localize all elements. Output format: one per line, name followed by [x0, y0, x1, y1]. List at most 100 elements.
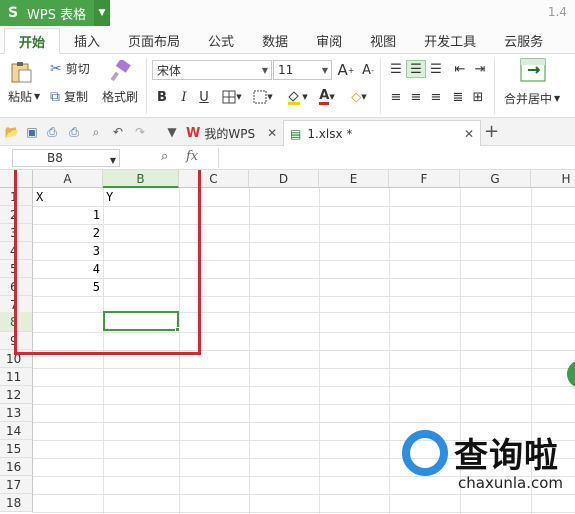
watermark: 查询啦 chaxunla.com [398, 424, 575, 514]
doc-tab-home[interactable]: W 我的WPS ✕ [186, 120, 277, 146]
doc-tab-file-label: 1.xlsx * [307, 126, 353, 141]
decrease-font-icon[interactable]: A- [360, 61, 376, 79]
tab-developer[interactable]: 开发工具 [410, 27, 490, 53]
tab-review[interactable]: 审阅 [302, 27, 356, 53]
row-header[interactable]: 16 [0, 458, 33, 476]
row-header[interactable]: 18 [0, 494, 33, 512]
column-header-f[interactable]: F [389, 170, 460, 188]
row-header[interactable]: 14 [0, 422, 33, 440]
tab-view[interactable]: 视图 [356, 27, 410, 53]
column-header-g[interactable]: G [460, 170, 531, 188]
cut-button[interactable]: ✂ 剪切 [50, 60, 90, 77]
close-icon[interactable]: ✕ [267, 126, 277, 140]
paste-label: 粘贴 [8, 90, 33, 104]
merge-center-icon[interactable] [520, 58, 546, 82]
row-header[interactable]: 17 [0, 476, 33, 494]
redo-icon[interactable]: ↷ [132, 124, 148, 140]
spreadsheet-icon: ▤ [290, 126, 302, 141]
chevron-down-icon: ▼ [261, 66, 268, 75]
cut-label: 剪切 [65, 62, 90, 76]
font-size-select[interactable]: 11 ▼ [273, 60, 332, 80]
font-name-value: 宋体 [157, 63, 182, 78]
bold-icon[interactable]: B [154, 88, 170, 106]
distribute-icon[interactable]: ⊞ [470, 88, 486, 106]
indent-increase-icon[interactable]: ⇥ [472, 60, 488, 78]
row-header[interactable]: 12 [0, 386, 33, 404]
indent-decrease-icon[interactable]: ⇤ [452, 60, 468, 78]
align-right-icon[interactable]: ≡ [428, 88, 444, 106]
ribbon-tabs: 开始 插入 页面布局 公式 数据 审阅 视图 开发工具 云服务 [0, 26, 575, 54]
export-pdf-icon[interactable]: ⎙ [44, 124, 60, 140]
paste-button[interactable]: 粘贴 ▼ [8, 88, 40, 105]
ribbon-divider [494, 58, 495, 114]
zoom-icon[interactable]: ⌕ [161, 149, 168, 164]
watermark-text: 查询啦 [454, 436, 559, 476]
close-icon[interactable]: ✕ [464, 127, 474, 141]
italic-icon[interactable]: I [176, 88, 192, 106]
name-box[interactable]: B8 ▼ [12, 149, 120, 167]
font-color-icon[interactable]: A ▼ [314, 88, 340, 106]
fill-color-icon[interactable]: ▼ [284, 88, 310, 106]
scissors-icon: ✂ [50, 60, 62, 77]
format-painter-button[interactable]: 格式刷 [102, 88, 138, 105]
title-bar-right-text: 1.4 [547, 5, 567, 19]
merge-center-button[interactable]: 合并居中 ▼ [504, 90, 560, 107]
quick-access-bar: 📂 ▣ ⎙ ⎙ ⌕ ↶ ↷ ▼ W 我的WPS ✕ ▤ 1.xlsx * ✕ + [0, 118, 575, 146]
brush-icon[interactable] [108, 60, 132, 82]
ribbon: 粘贴 ▼ ✂ 剪切 ⧉ 复制 格式刷 宋体 ▼ 11 ▼ A + A- B I U … [0, 54, 575, 118]
print-preview-icon[interactable]: ⌕ [88, 124, 104, 140]
increase-font-icon[interactable]: A + [338, 61, 355, 79]
chevron-down-icon[interactable]: ▼ [94, 0, 110, 26]
print-icon[interactable]: ⎙ [66, 124, 82, 140]
paste-icon[interactable] [8, 60, 40, 84]
app-menu-button[interactable]: S WPS 表格 ▼ [0, 0, 110, 26]
grid-line [33, 386, 575, 387]
copy-label: 复制 [64, 90, 89, 104]
column-header-d[interactable]: D [249, 170, 319, 188]
chevron-down-icon: ▼ [321, 66, 328, 75]
row-header[interactable]: 11 [0, 368, 33, 386]
wps-logo-icon: W [186, 125, 201, 141]
open-folder-icon[interactable]: 📂 [4, 124, 20, 140]
align-center-icon[interactable]: ≡ [408, 88, 424, 106]
save-icon[interactable]: ▣ [24, 124, 40, 140]
customize-dropdown-icon[interactable]: ▼ [164, 124, 180, 140]
align-middle-icon[interactable]: ☰ [406, 60, 426, 78]
row-header[interactable]: 15 [0, 440, 33, 458]
fill-pattern-icon[interactable]: ▼ [250, 88, 276, 106]
tab-formulas[interactable]: 公式 [194, 27, 248, 53]
row-header[interactable]: 13 [0, 404, 33, 422]
font-name-select[interactable]: 宋体 ▼ [152, 60, 272, 80]
copy-button[interactable]: ⧉ 复制 [50, 88, 88, 105]
undo-icon[interactable]: ↶ [110, 124, 126, 140]
tab-cloud[interactable]: 云服务 [490, 27, 557, 53]
align-left-icon[interactable]: ≡ [388, 88, 404, 106]
fx-icon[interactable]: fx [186, 149, 198, 164]
font-size-value: 11 [278, 63, 294, 77]
tab-insert[interactable]: 插入 [60, 27, 114, 53]
clear-format-icon[interactable]: ◇ ▼ [346, 88, 372, 106]
title-bar: S WPS 表格 ▼ 1.4 [0, 0, 575, 26]
formula-input[interactable] [218, 148, 575, 168]
align-bottom-icon[interactable]: ☰ [428, 60, 444, 78]
column-header-h[interactable]: H [531, 170, 575, 188]
grid-line [33, 422, 575, 423]
search-icon [402, 430, 448, 476]
doc-tab-file[interactable]: ▤ 1.xlsx * ✕ [283, 120, 481, 146]
tab-home[interactable]: 开始 [4, 28, 61, 54]
grid-line [33, 404, 575, 405]
grid-line [389, 188, 390, 514]
tab-page-layout[interactable]: 页面布局 [114, 27, 194, 53]
align-top-icon[interactable]: ☰ [388, 60, 404, 78]
tab-data[interactable]: 数据 [248, 27, 302, 53]
grid-line [33, 368, 575, 369]
border-icon[interactable]: ▼ [220, 88, 244, 106]
annotation-highlight-box [14, 170, 201, 355]
underline-icon[interactable]: U [196, 88, 212, 106]
justify-icon[interactable]: ≣ [450, 88, 466, 106]
new-tab-icon[interactable]: + [484, 121, 499, 142]
cell-reference: B8 [47, 151, 63, 165]
column-header-e[interactable]: E [319, 170, 389, 188]
copy-icon: ⧉ [50, 88, 60, 105]
grid-line [249, 188, 250, 514]
